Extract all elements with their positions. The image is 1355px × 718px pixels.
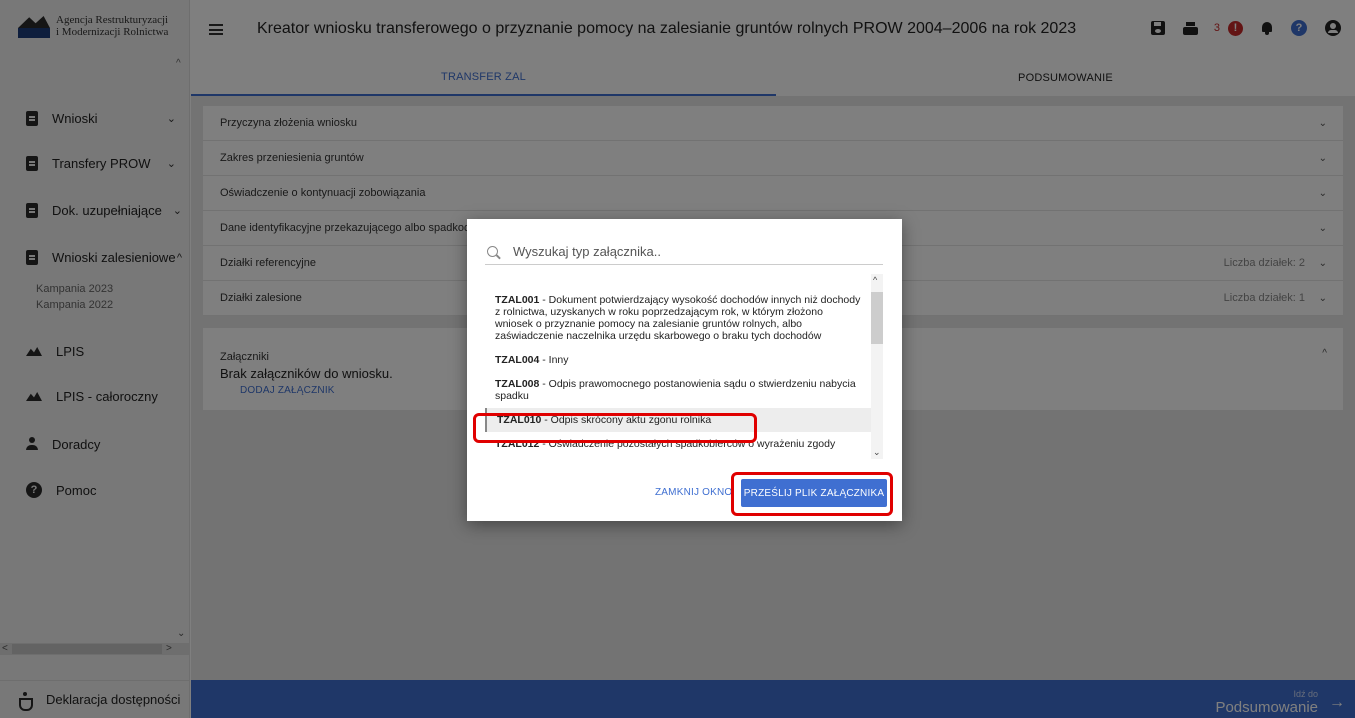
attachment-type-search-input[interactable]: [513, 241, 883, 261]
item-code: TZAL008: [495, 378, 540, 390]
item-code: TZAL001: [495, 294, 540, 306]
scroll-down-icon[interactable]: ⌄: [873, 447, 881, 458]
upload-attachment-button[interactable]: PRZEŚLIJ PLIK ZAŁĄCZNIKA: [741, 479, 887, 507]
search-underline: [485, 264, 883, 265]
item-text: - Inny: [539, 354, 569, 366]
list-item-tzal001[interactable]: TZAL001 - Dokument potwierdzający wysoko…: [485, 274, 871, 348]
item-code: TZAL010: [497, 414, 542, 426]
item-code: TZAL012: [495, 438, 540, 450]
attachment-type-list: TZAL001 - Dokument potwierdzający wysoko…: [485, 274, 871, 459]
list-item-tzal010[interactable]: TZAL010 - Odpis skrócony aktu zgonu roln…: [485, 408, 871, 432]
item-text: - Dokument potwierdzający wysokość docho…: [495, 294, 861, 342]
close-dialog-button[interactable]: ZAMKNIJ OKNO: [655, 487, 732, 498]
item-code: TZAL004: [495, 354, 540, 366]
item-text: - Odpis prawomocnego postanowienia sądu …: [495, 378, 856, 402]
list-scrollbar[interactable]: ^ ⌄: [871, 274, 883, 459]
list-item-tzal008[interactable]: TZAL008 - Odpis prawomocnego postanowien…: [485, 372, 871, 408]
scroll-up-icon[interactable]: ^: [873, 275, 877, 285]
item-text: - Oświadczenie pozostałych spadkobierców…: [539, 438, 836, 450]
list-item-tzal012[interactable]: TZAL012 - Oświadczenie pozostałych spadk…: [485, 432, 871, 456]
search-icon: [487, 246, 498, 257]
list-item-tzal004[interactable]: TZAL004 - Inny: [485, 348, 871, 372]
attachment-type-dialog: TZAL001 - Dokument potwierdzający wysoko…: [467, 219, 902, 521]
item-text: - Odpis skrócony aktu zgonu rolnika: [541, 414, 712, 426]
scrollbar-thumb[interactable]: [871, 292, 883, 344]
